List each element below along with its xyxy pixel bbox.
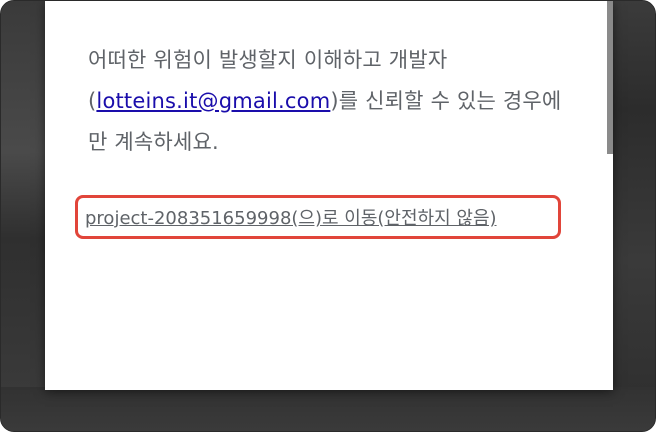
background-left bbox=[1, 1, 45, 431]
go-to-unsafe-link[interactable]: project-208351659998(으)로 이동(안전하지 않음) bbox=[85, 207, 497, 231]
scrollbar-thumb[interactable] bbox=[607, 1, 613, 154]
developer-email-link[interactable]: lotteins.it@gmail.com bbox=[96, 89, 330, 113]
warning-dialog: 어떠한 위험이 발생할지 이해하고 개발자 (lotteins.it@gmail… bbox=[45, 1, 613, 390]
screenshot-frame: 어떠한 위험이 발생할지 이해하고 개발자 (lotteins.it@gmail… bbox=[0, 0, 656, 432]
background-right bbox=[611, 1, 655, 431]
warning-message: 어떠한 위험이 발생할지 이해하고 개발자 (lotteins.it@gmail… bbox=[88, 40, 568, 163]
background-bottom bbox=[1, 387, 655, 431]
